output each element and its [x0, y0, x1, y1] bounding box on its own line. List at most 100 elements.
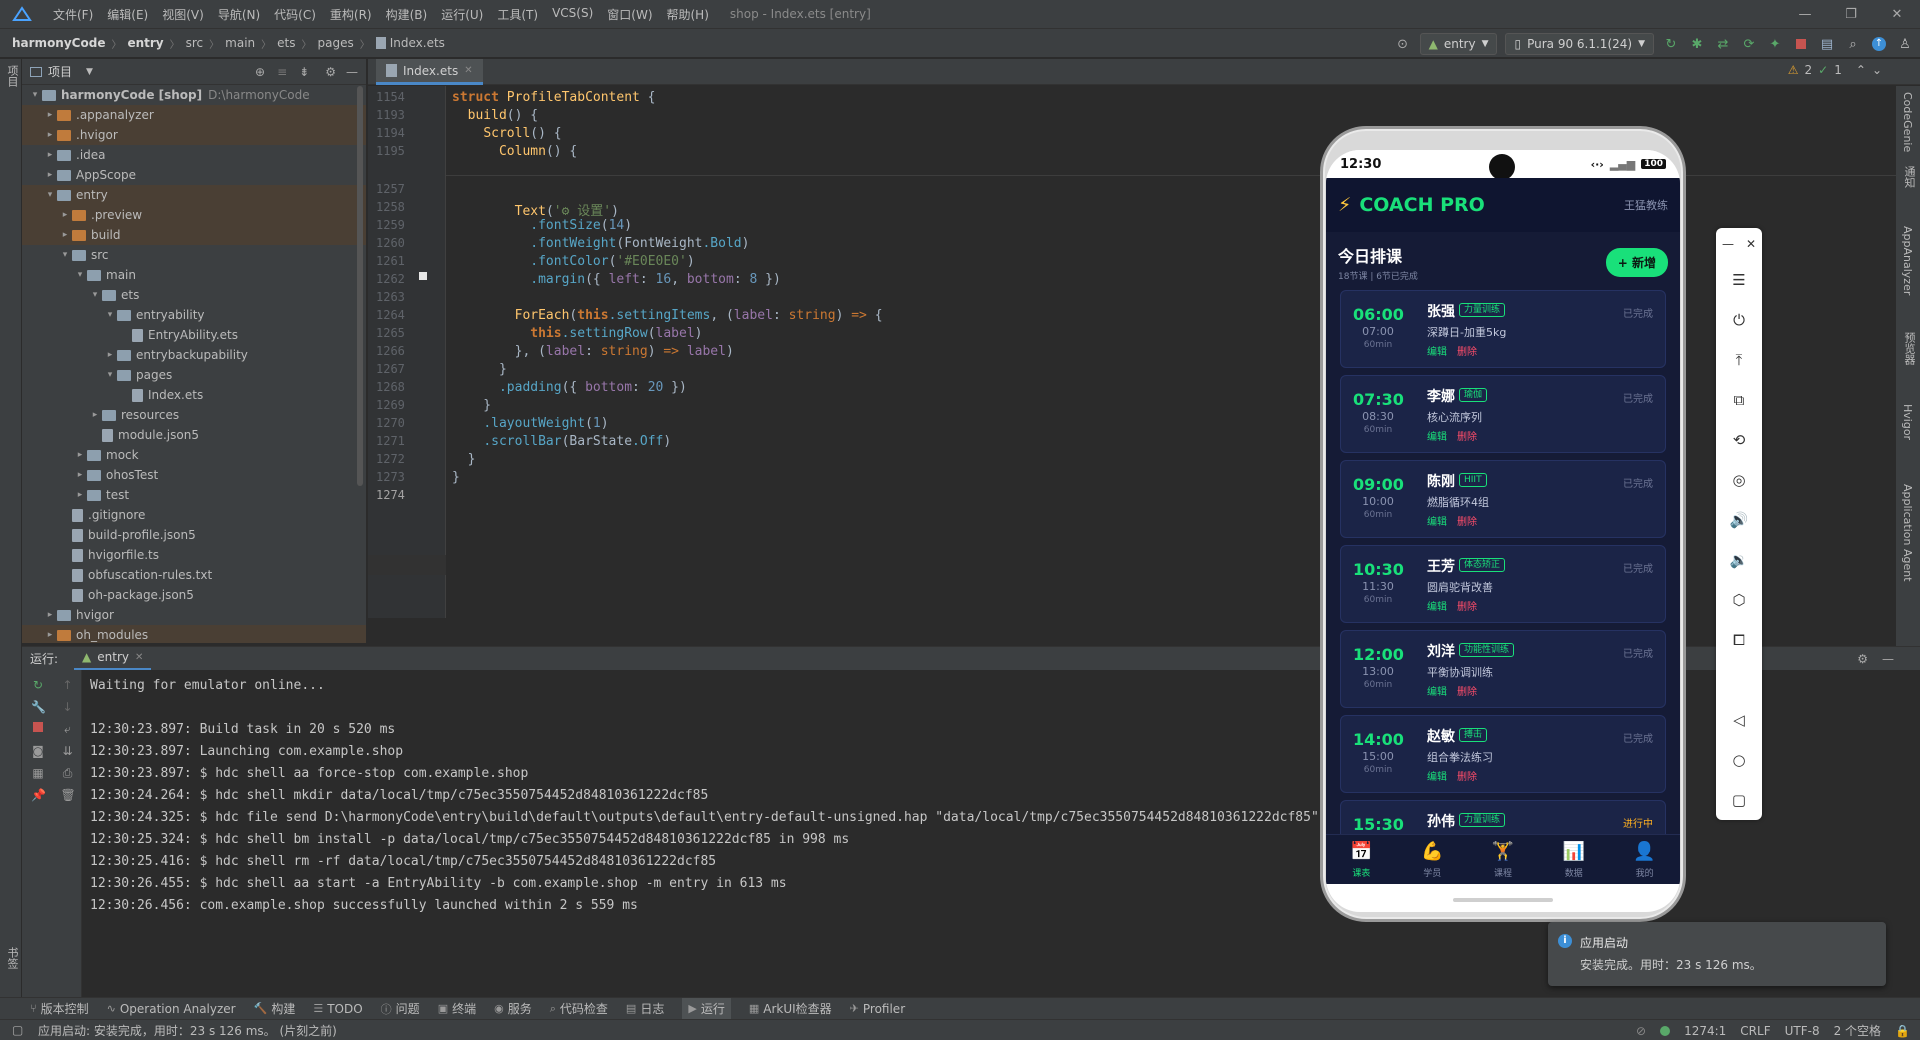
- session-card[interactable]: 07:30 08:30 60min 李娜 瑜伽 核心流序列 编辑 删除 已完成: [1340, 375, 1666, 453]
- bottom-tool-2[interactable]: 🔨 构建: [254, 1000, 296, 1017]
- breadcrumb-item[interactable]: src: [186, 36, 204, 50]
- status-layout-icon[interactable]: ▢: [12, 1023, 23, 1037]
- pin-icon[interactable]: 📌: [31, 788, 46, 802]
- right-stripe-item[interactable]: 通知: [1901, 166, 1917, 188]
- edit-session-link[interactable]: 编辑: [1427, 513, 1447, 528]
- recents-icon[interactable]: ▢: [1716, 790, 1762, 810]
- module-selector[interactable]: ▲ entry ▼: [1419, 33, 1498, 55]
- minimize-icon[interactable]: —: [1722, 237, 1734, 251]
- bottom-tool-11[interactable]: ✈ Profiler: [850, 1002, 905, 1016]
- file-encoding[interactable]: UTF-8: [1785, 1024, 1820, 1038]
- tree-item[interactable]: ▸ hvigor: [22, 605, 366, 625]
- arrow-up-icon[interactable]: ↑: [61, 678, 75, 692]
- edit-session-link[interactable]: 编辑: [1427, 683, 1447, 698]
- chevron-right-icon[interactable]: ▸: [73, 470, 87, 480]
- chevron-up-icon[interactable]: ⌃: [1856, 63, 1866, 77]
- close-tab-icon[interactable]: ✕: [135, 652, 143, 663]
- collapse-all-icon[interactable]: ⇟: [299, 65, 309, 79]
- tree-item[interactable]: ▸ .preview: [22, 205, 366, 225]
- bottom-tool-8[interactable]: ▤ 日志: [626, 1000, 664, 1017]
- back-icon[interactable]: ◁: [1716, 710, 1762, 730]
- print-icon[interactable]: ⎙: [61, 766, 75, 780]
- camera-icon[interactable]: ◙: [31, 744, 45, 758]
- volume-up-icon[interactable]: 🔊: [1716, 510, 1762, 530]
- menu-icon[interactable]: ☰: [1716, 270, 1762, 290]
- app-tab-0[interactable]: 📅 课表: [1326, 835, 1397, 884]
- tree-item[interactable]: obfuscation-rules.txt: [22, 565, 366, 585]
- edit-session-link[interactable]: 编辑: [1427, 428, 1447, 443]
- arrow-down-icon[interactable]: ↓: [61, 700, 75, 714]
- chevron-right-icon[interactable]: ▸: [73, 450, 87, 460]
- chevron-down-icon[interactable]: ▼: [86, 67, 93, 77]
- target-icon[interactable]: ⊙: [1394, 35, 1412, 53]
- tree-item[interactable]: ▸ resources: [22, 405, 366, 425]
- add-session-button[interactable]: + 新增: [1605, 247, 1668, 277]
- device-manager-icon[interactable]: ▤: [1818, 35, 1836, 53]
- bottom-tool-9[interactable]: ▶ 运行: [682, 997, 731, 1020]
- delete-session-link[interactable]: 删除: [1457, 768, 1477, 783]
- menu-item[interactable]: 代码(C): [267, 6, 323, 23]
- right-stripe-item[interactable]: 预览器: [1901, 332, 1917, 365]
- update-icon[interactable]: ↑: [1870, 35, 1888, 53]
- tree-item[interactable]: ▸ oh_modules: [22, 625, 366, 643]
- tree-item[interactable]: ▾ entryability: [22, 305, 366, 325]
- chevron-right-icon[interactable]: ▸: [58, 230, 72, 240]
- chevron-right-icon[interactable]: ▸: [43, 130, 57, 140]
- close-icon[interactable]: ✕: [1746, 237, 1756, 251]
- bottom-tool-5[interactable]: ▣ 终端: [438, 1000, 476, 1017]
- delete-session-link[interactable]: 删除: [1457, 428, 1477, 443]
- tree-item[interactable]: ▸ mock: [22, 445, 366, 465]
- wrench-icon[interactable]: 🔧: [31, 700, 46, 714]
- right-stripe-item[interactable]: AppAnalyzer: [1901, 226, 1914, 295]
- bottom-tool-6[interactable]: ◉ 服务: [494, 1000, 532, 1017]
- tree-item[interactable]: EntryAbility.ets: [22, 325, 366, 345]
- edit-session-link[interactable]: 编辑: [1427, 598, 1447, 613]
- power-icon[interactable]: ⏻: [1716, 310, 1762, 330]
- volume-down-icon[interactable]: 🔉: [1716, 550, 1762, 570]
- chevron-down-icon[interactable]: ▾: [103, 310, 117, 320]
- search-icon[interactable]: ⌕: [1844, 35, 1862, 53]
- chevron-right-icon[interactable]: ▸: [103, 350, 117, 360]
- tree-item[interactable]: ▾ entry: [22, 185, 366, 205]
- session-card[interactable]: 09:00 10:00 60min 陈刚 HIIT 燃脂循环4组 编辑 删除 已完成: [1340, 460, 1666, 538]
- delete-session-link[interactable]: 删除: [1457, 683, 1477, 698]
- chevron-right-icon[interactable]: ▸: [43, 610, 57, 620]
- menu-item[interactable]: 导航(N): [211, 6, 267, 23]
- breadcrumb-item[interactable]: harmonyCode: [12, 36, 105, 50]
- multi-device-icon[interactable]: ⧠: [1716, 630, 1762, 650]
- scroll-to-end-icon[interactable]: ⇊: [61, 744, 75, 758]
- bottom-tool-0[interactable]: ⑂ 版本控制: [30, 1000, 89, 1017]
- chevron-down-icon[interactable]: ▾: [43, 190, 57, 200]
- tree-item[interactable]: ▸ .appanalyzer: [22, 105, 366, 125]
- chevron-down-icon[interactable]: ▾: [73, 270, 87, 280]
- tree-item[interactable]: ▸ ohosTest: [22, 465, 366, 485]
- gear-icon[interactable]: ⚙: [325, 65, 336, 79]
- crop-icon[interactable]: ⧉: [1716, 390, 1762, 410]
- bookmark-marker-icon[interactable]: [419, 272, 427, 280]
- minimize-icon[interactable]: —: [1782, 0, 1828, 28]
- close-icon[interactable]: ✕: [1874, 0, 1920, 28]
- bottom-tool-4[interactable]: ⓘ 问题: [381, 1000, 420, 1017]
- chevron-right-icon[interactable]: ▸: [43, 630, 57, 640]
- menu-item[interactable]: 编辑(E): [100, 6, 155, 23]
- session-card[interactable]: 14:00 15:00 60min 赵敏 搏击 组合拳法练习 编辑 删除 已完成: [1340, 715, 1666, 793]
- tree-item[interactable]: ▾ src: [22, 245, 366, 265]
- app-launch-notification[interactable]: i 应用启动 安装完成。用时：23 s 126 ms。: [1548, 922, 1886, 986]
- menu-item[interactable]: 工具(T): [490, 6, 545, 23]
- breadcrumb-item[interactable]: Index.ets: [390, 36, 445, 50]
- delete-session-link[interactable]: 删除: [1457, 513, 1477, 528]
- rerun-icon[interactable]: ↻: [1662, 35, 1680, 53]
- chevron-right-icon[interactable]: ▸: [43, 170, 57, 180]
- chevron-down-icon[interactable]: ▾: [28, 90, 42, 100]
- chevron-down-icon[interactable]: ⌄: [1872, 63, 1882, 77]
- chevron-right-icon[interactable]: ▸: [88, 410, 102, 420]
- edit-session-link[interactable]: 编辑: [1427, 343, 1447, 358]
- right-stripe-item[interactable]: CodeGenie: [1901, 92, 1914, 152]
- stop-icon[interactable]: [1792, 35, 1810, 53]
- right-stripe-item[interactable]: Application Agent: [1901, 484, 1914, 582]
- account-icon[interactable]: ♙: [1896, 35, 1914, 53]
- trash-icon[interactable]: 🗑: [61, 788, 76, 802]
- edit-session-link[interactable]: 编辑: [1427, 768, 1447, 783]
- inspection-widget[interactable]: ⚠ 2 ✓ 1 ⌃ ⌄: [1788, 63, 1882, 77]
- lock-icon[interactable]: 🔒: [1895, 1024, 1910, 1038]
